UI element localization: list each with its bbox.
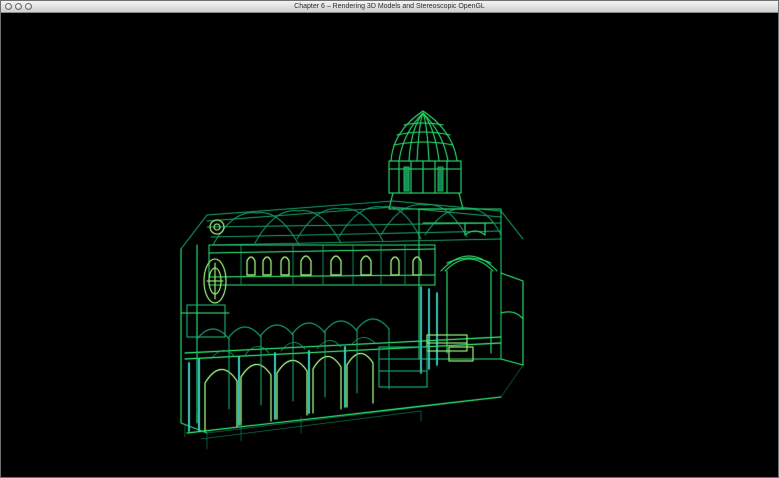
floor-outline — [180, 364, 524, 450]
title-bar[interactable]: Chapter 6 – Rendering 3D Models and Ster… — [1, 1, 778, 13]
clerestory-wall — [208, 244, 436, 286]
nave-piers — [196, 318, 390, 414]
dome — [388, 110, 464, 210]
cathedral-wireframe-render — [180, 110, 524, 450]
nave-roof — [180, 200, 524, 250]
window-title: Chapter 6 – Rendering 3D Models and Ster… — [294, 3, 485, 10]
opengl-viewport[interactable] — [1, 13, 778, 477]
transept-apse — [378, 208, 524, 388]
app-window: Chapter 6 – Rendering 3D Models and Ster… — [0, 0, 779, 478]
